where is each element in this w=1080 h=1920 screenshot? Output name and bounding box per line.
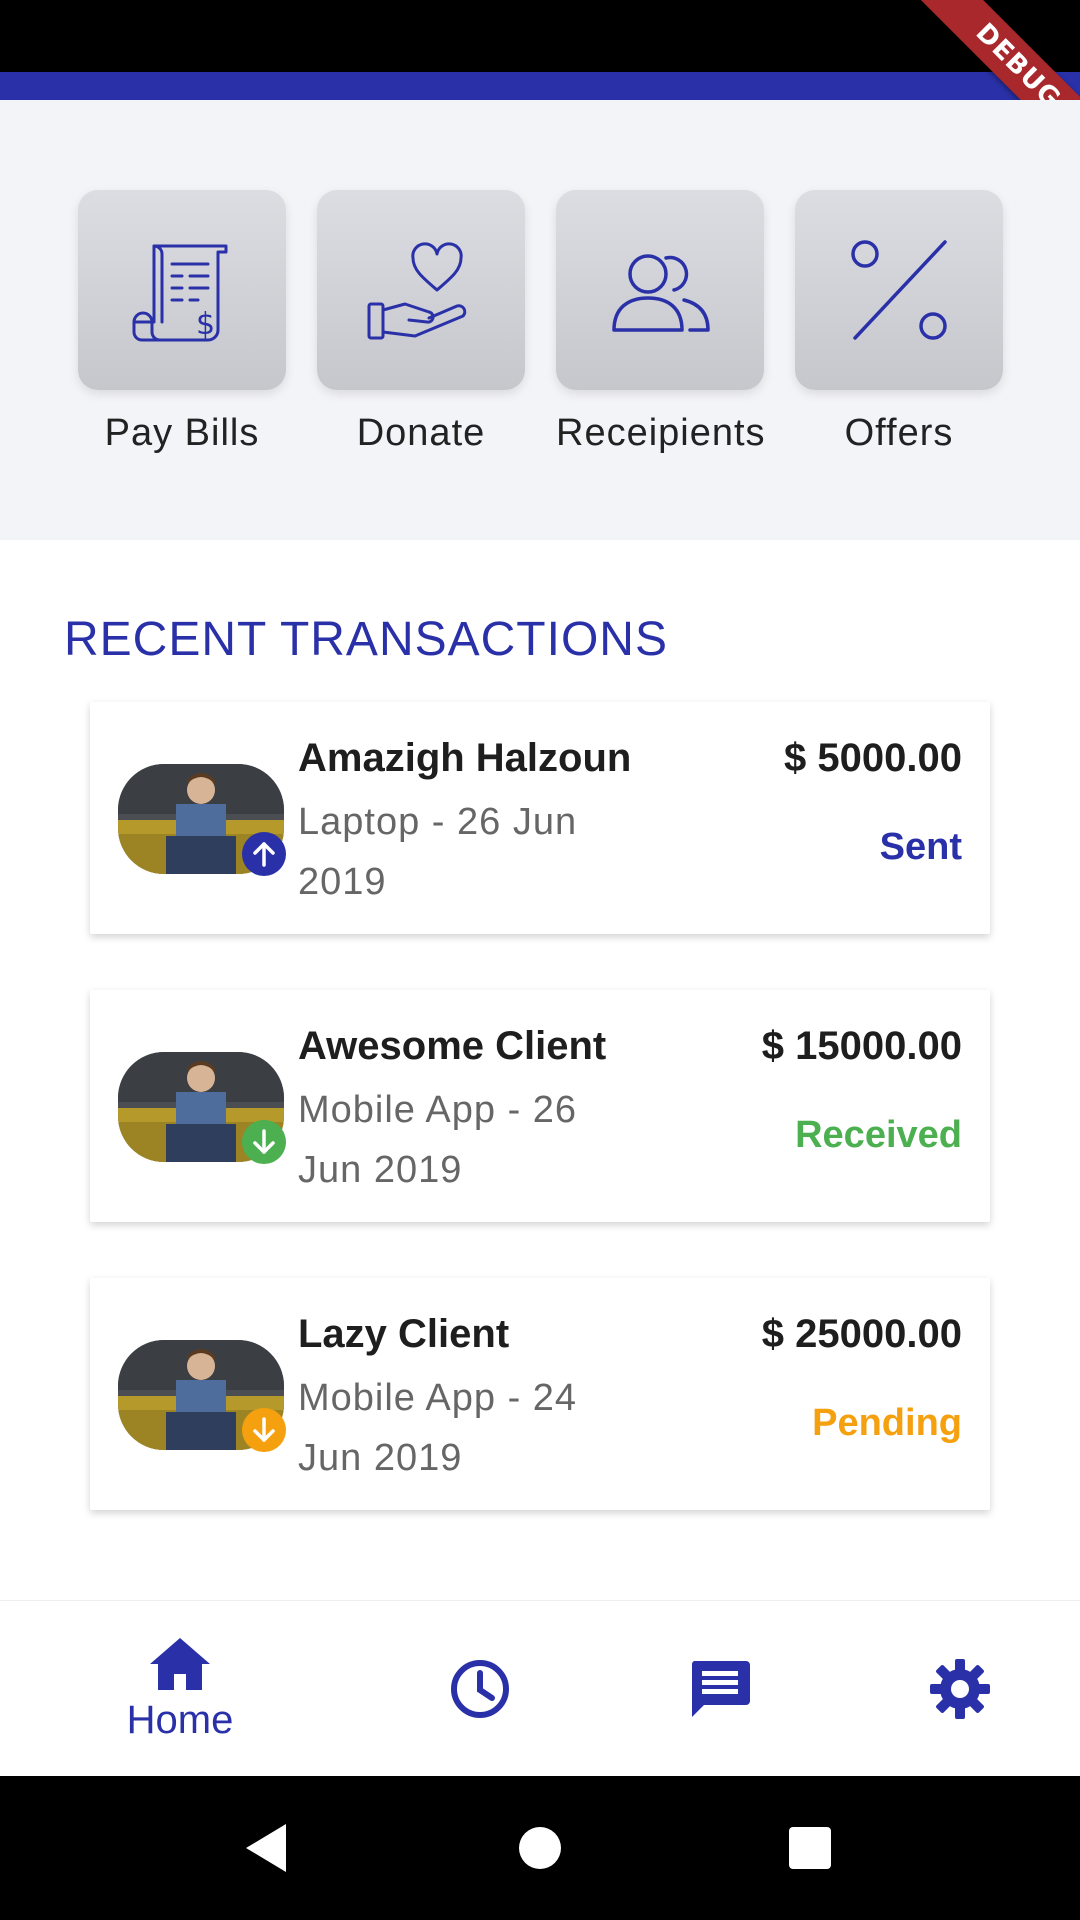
transaction-name: Amazigh Halzoun <box>298 736 632 780</box>
transaction-amount: $ 15000.00 <box>761 1024 962 1068</box>
percent-icon <box>851 240 947 340</box>
message-icon <box>691 1661 750 1717</box>
users-icon <box>612 254 710 332</box>
nav-item-home[interactable]: Home <box>60 1601 300 1777</box>
app-bar <box>0 72 1080 100</box>
clock-icon <box>451 1660 509 1718</box>
transaction-description: Mobile App - 24 Jun 2019 <box>298 1377 578 1479</box>
nav-item-history[interactable] <box>360 1601 600 1777</box>
back-button[interactable] <box>206 1776 326 1920</box>
transaction-amount: $ 25000.00 <box>761 1312 962 1356</box>
pay-bills-button[interactable]: $ <box>78 190 286 390</box>
quick-action-label: Offers <box>844 412 954 454</box>
quick-action-donate[interactable]: Donate <box>317 190 525 455</box>
offers-button[interactable] <box>795 190 1003 390</box>
gear-icon <box>930 1659 990 1719</box>
receipt-bill-icon: $ <box>132 244 228 342</box>
transaction-description: Mobile App - 26 Jun 2019 <box>298 1089 578 1191</box>
quick-action-pay-bills[interactable]: $ Pay Bills <box>78 190 286 455</box>
home-system-button[interactable] <box>480 1776 600 1920</box>
heart-hand-icon <box>367 242 467 340</box>
nav-item-messages[interactable] <box>600 1601 840 1777</box>
recents-button[interactable] <box>750 1776 870 1920</box>
section-title: RECENT TRANSACTIONS <box>64 613 668 666</box>
home-icon <box>150 1637 210 1690</box>
quick-actions-panel: $ Pay Bills Donate Receipients Offers <box>0 100 1080 540</box>
receipients-button[interactable] <box>556 190 764 390</box>
system-navigation-bar <box>0 1776 1080 1920</box>
circle-home-icon <box>519 1827 561 1869</box>
transaction-name: Lazy Client <box>298 1312 510 1356</box>
back-icon <box>246 1824 286 1872</box>
transaction-description: Laptop - 26 Jun 2019 <box>298 801 578 903</box>
transaction-card[interactable]: Awesome Client Mobile App - 26 Jun 2019 … <box>90 990 990 1222</box>
transaction-status: Pending <box>812 1402 962 1444</box>
status-bar <box>0 0 1080 72</box>
transaction-card[interactable]: Lazy Client Mobile App - 24 Jun 2019 $ 2… <box>90 1278 990 1510</box>
arrow-down-icon <box>242 1120 286 1164</box>
transaction-card[interactable]: Amazigh Halzoun Laptop - 26 Jun 2019 $ 5… <box>90 702 990 934</box>
quick-action-offers[interactable]: Offers <box>795 190 1003 455</box>
quick-action-label: Pay Bills <box>104 412 260 454</box>
arrow-down-icon <box>242 1408 286 1452</box>
transaction-status: Received <box>795 1114 962 1156</box>
avatar-container <box>118 1052 286 1164</box>
donate-button[interactable] <box>317 190 525 390</box>
avatar-container <box>118 764 286 876</box>
avatar-container <box>118 1340 286 1452</box>
arrow-up-icon <box>242 832 286 876</box>
square-recents-icon <box>789 1827 831 1869</box>
transaction-name: Awesome Client <box>298 1024 607 1068</box>
quick-action-label: Donate <box>356 412 486 454</box>
bottom-navigation: Home <box>0 1600 1080 1776</box>
transaction-status: Sent <box>879 826 962 868</box>
transaction-amount: $ 5000.00 <box>784 736 962 780</box>
nav-item-settings[interactable] <box>840 1601 1080 1777</box>
svg-text:$: $ <box>196 307 215 342</box>
quick-action-receipients[interactable]: Receipients <box>556 190 766 455</box>
nav-label-home: Home <box>126 1697 234 1742</box>
quick-action-label: Receipients <box>556 412 766 454</box>
